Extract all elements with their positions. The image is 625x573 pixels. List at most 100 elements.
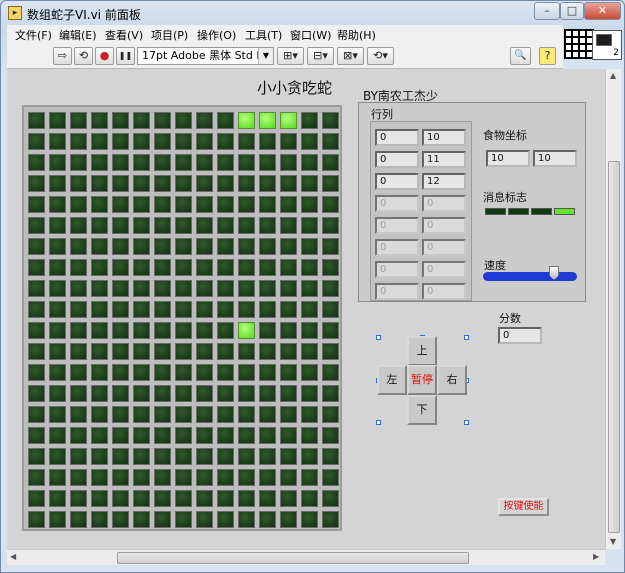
horizontal-scrollbar[interactable]: ◀ ▶ bbox=[7, 549, 605, 565]
pause-icon[interactable]: ❚❚ bbox=[116, 47, 135, 65]
array-row-6-col[interactable]: 0 bbox=[375, 261, 419, 278]
led-cell bbox=[259, 133, 276, 150]
menu-operate[interactable]: 操作(O) bbox=[197, 27, 236, 43]
close-button[interactable]: ✕ bbox=[584, 2, 621, 20]
run-continuously-icon[interactable]: ⟲ bbox=[74, 47, 93, 65]
led-cell bbox=[280, 448, 297, 465]
right-button[interactable]: 右 bbox=[437, 365, 467, 395]
vertical-scrollbar[interactable]: ▲ ▼ bbox=[605, 69, 621, 549]
vi-icon[interactable]: 2 bbox=[592, 30, 622, 60]
led-cell bbox=[154, 490, 171, 507]
led-cell bbox=[49, 154, 66, 171]
led-cell bbox=[322, 196, 339, 213]
array-row-5-col[interactable]: 0 bbox=[375, 239, 419, 256]
led-cell bbox=[217, 448, 234, 465]
led-cell bbox=[196, 154, 213, 171]
led-cell bbox=[217, 469, 234, 486]
led-cell bbox=[301, 448, 318, 465]
vertical-scroll-thumb[interactable] bbox=[608, 161, 620, 533]
led-cell bbox=[301, 112, 318, 129]
led-cell bbox=[259, 196, 276, 213]
pause-button[interactable]: 暂停 bbox=[407, 365, 437, 395]
led-cell bbox=[91, 301, 108, 318]
labview-app-icon: ▸ bbox=[8, 6, 22, 20]
led-cell bbox=[301, 217, 318, 234]
led-cell bbox=[196, 175, 213, 192]
led-cell bbox=[28, 238, 45, 255]
menu-file[interactable]: 文件(F) bbox=[15, 27, 52, 43]
array-row-3-row[interactable]: 0 bbox=[422, 195, 466, 212]
led-cell bbox=[217, 112, 234, 129]
reorder-icon[interactable]: ⟲▾ bbox=[367, 47, 394, 65]
array-row-4-col[interactable]: 0 bbox=[375, 217, 419, 234]
scroll-down-icon[interactable]: ▼ bbox=[610, 537, 616, 546]
led-cell bbox=[70, 280, 87, 297]
selection-handle[interactable] bbox=[376, 335, 381, 340]
led-cell bbox=[175, 490, 192, 507]
abort-execution-icon[interactable]: ● bbox=[95, 47, 114, 65]
search-icon[interactable]: 🔍 bbox=[510, 47, 531, 65]
run-arrow-icon[interactable]: ⇨ bbox=[53, 47, 72, 65]
scroll-up-icon[interactable]: ▲ bbox=[610, 71, 616, 80]
array-row-7-row[interactable]: 0 bbox=[422, 283, 466, 300]
led-cell bbox=[91, 448, 108, 465]
selection-handle[interactable] bbox=[464, 335, 469, 340]
array-row-0-row[interactable]: 10 bbox=[422, 129, 466, 146]
led-cell bbox=[154, 154, 171, 171]
array-row-0-col[interactable]: 0 bbox=[375, 129, 419, 146]
led-cell bbox=[28, 154, 45, 171]
text-settings-select[interactable]: 17pt Adobe 黑体 Std R ▼ bbox=[137, 47, 274, 65]
align-objects-icon[interactable]: ⊞▾ bbox=[277, 47, 304, 65]
array-row-6-row[interactable]: 0 bbox=[422, 261, 466, 278]
selection-handle[interactable] bbox=[376, 420, 381, 425]
led-cell bbox=[238, 511, 255, 528]
maximize-button[interactable]: □ bbox=[560, 2, 584, 20]
menu-help[interactable]: 帮助(H) bbox=[337, 27, 376, 43]
led-cell bbox=[238, 301, 255, 318]
minimize-button[interactable]: – bbox=[534, 2, 560, 20]
led-cell bbox=[259, 385, 276, 402]
led-cell bbox=[28, 280, 45, 297]
menu-project[interactable]: 项目(P) bbox=[151, 27, 188, 43]
led-cell bbox=[49, 322, 66, 339]
distribute-objects-icon[interactable]: ⊟▾ bbox=[307, 47, 334, 65]
connector-pane-icon[interactable] bbox=[564, 29, 594, 59]
speed-slider-track[interactable] bbox=[483, 272, 577, 281]
led-cell bbox=[175, 427, 192, 444]
menu-view[interactable]: 查看(V) bbox=[105, 27, 143, 43]
led-cell bbox=[70, 112, 87, 129]
array-row-5-row[interactable]: 0 bbox=[422, 239, 466, 256]
led-cell bbox=[259, 259, 276, 276]
scroll-left-icon[interactable]: ◀ bbox=[10, 552, 16, 561]
led-cell bbox=[238, 343, 255, 360]
selection-handle[interactable] bbox=[464, 420, 469, 425]
resize-objects-icon[interactable]: ⊠▾ bbox=[337, 47, 364, 65]
array-row-2-col[interactable]: 0 bbox=[375, 173, 419, 190]
horizontal-scroll-thumb[interactable] bbox=[117, 552, 469, 564]
led-cell bbox=[259, 301, 276, 318]
led-cell bbox=[196, 133, 213, 150]
array-row-4-row[interactable]: 0 bbox=[422, 217, 466, 234]
led-cell bbox=[301, 301, 318, 318]
led-cell bbox=[217, 217, 234, 234]
led-cell bbox=[112, 511, 129, 528]
array-row-1-row[interactable]: 11 bbox=[422, 151, 466, 168]
up-button[interactable]: 上 bbox=[407, 336, 437, 366]
left-button[interactable]: 左 bbox=[377, 365, 407, 395]
key-enable-button[interactable]: 按键使能 bbox=[498, 498, 549, 516]
down-button[interactable]: 下 bbox=[407, 395, 437, 425]
menu-window[interactable]: 窗口(W) bbox=[290, 27, 331, 43]
led-cell bbox=[49, 343, 66, 360]
led-cell bbox=[280, 112, 297, 129]
menu-edit[interactable]: 编辑(E) bbox=[59, 27, 97, 43]
array-row-2-row[interactable]: 12 bbox=[422, 173, 466, 190]
array-row-7-col[interactable]: 0 bbox=[375, 283, 419, 300]
array-row-1-col[interactable]: 0 bbox=[375, 151, 419, 168]
led-cell bbox=[175, 154, 192, 171]
array-row-3-col[interactable]: 0 bbox=[375, 195, 419, 212]
scroll-right-icon[interactable]: ▶ bbox=[593, 552, 599, 561]
context-help-icon[interactable]: ? bbox=[539, 47, 556, 65]
vi-front-panel-window: ▸ 数组蛇子VI.vi 前面板 – □ ✕ 文件(F) 编辑(E) 查看(V) … bbox=[0, 0, 625, 573]
menu-tools[interactable]: 工具(T) bbox=[245, 27, 282, 43]
led-cell bbox=[322, 154, 339, 171]
